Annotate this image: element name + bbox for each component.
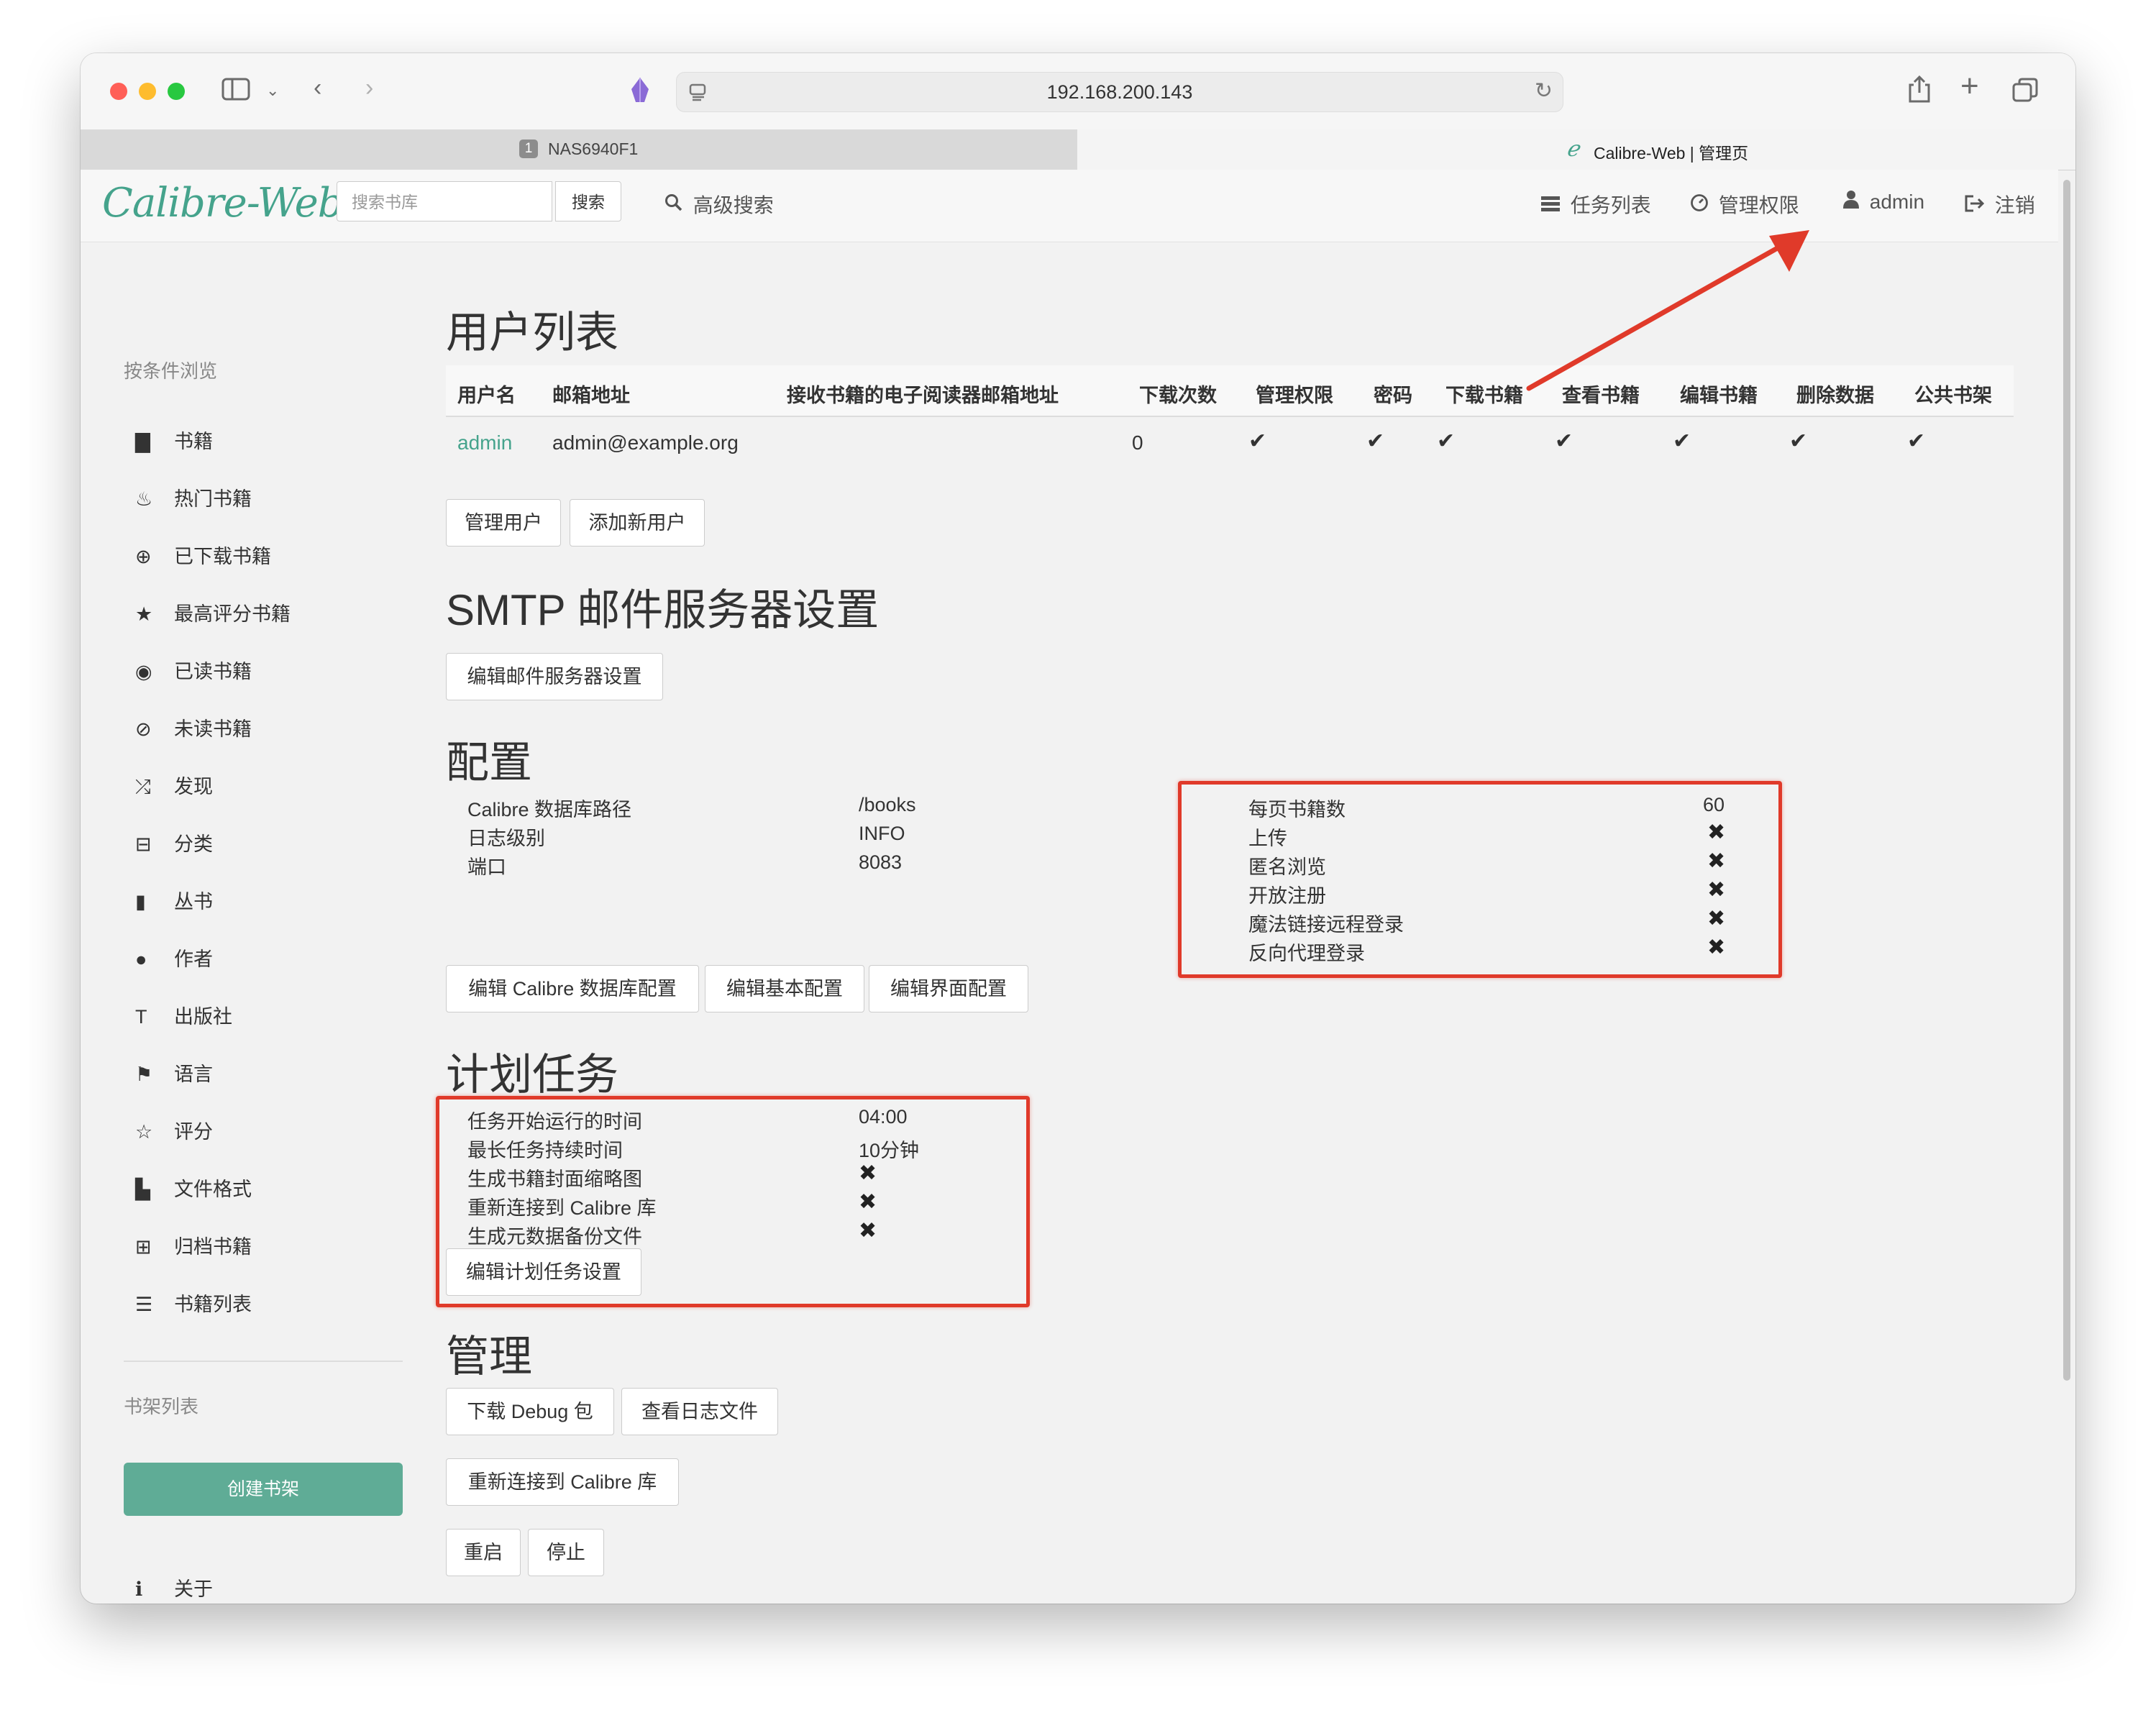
scheduled-tasks-title: 计划任务	[446, 1051, 618, 1099]
annotation-arrow-icon	[1526, 230, 1809, 391]
config-value: /books	[859, 794, 916, 815]
smtp-title: SMTP 邮件服务器设置	[446, 586, 880, 634]
download-debug-button[interactable]: 下载 Debug 包	[446, 1388, 614, 1435]
column-header[interactable]: 管理权限	[1256, 380, 1333, 408]
manage-users-button[interactable]: 管理用户	[446, 499, 561, 547]
users-title: 用户列表	[446, 308, 618, 357]
annotation-highlight-box	[436, 1096, 1030, 1307]
username-link[interactable]: admin	[457, 431, 512, 454]
column-header[interactable]: 接收书籍的电子阅读器邮箱地址	[787, 380, 1059, 408]
column-header[interactable]: 下载书籍	[1445, 380, 1523, 408]
edit-ui-config-button[interactable]: 编辑界面配置	[869, 965, 1028, 1012]
check-icon: ✔	[1248, 429, 1267, 453]
column-header[interactable]: 密码	[1374, 380, 1412, 408]
view-logs-button[interactable]: 查看日志文件	[621, 1388, 778, 1435]
check-icon: ✔	[1366, 429, 1385, 453]
edit-calibre-db-config-button[interactable]: 编辑 Calibre 数据库配置	[446, 965, 699, 1012]
annotation-highlight-box	[1178, 781, 1782, 978]
main-content: 用户列表 用户名 邮箱地址 接收书籍的电子阅读器邮箱地址 下载次数 管理权限 密…	[81, 53, 2075, 1604]
check-icon: ✔	[1907, 429, 1926, 453]
edit-smtp-button[interactable]: 编辑邮件服务器设置	[446, 653, 663, 700]
check-icon: ✔	[1437, 429, 1456, 453]
config-value: 8083	[859, 851, 903, 873]
stop-button[interactable]: 停止	[528, 1529, 604, 1576]
config-title: 配置	[446, 739, 532, 787]
config-value: INFO	[859, 823, 905, 844]
config-label: Calibre 数据库路径	[467, 799, 632, 820]
admin-title: 管理	[446, 1332, 532, 1381]
check-icon: ✔	[1673, 429, 1691, 453]
edit-basic-config-button[interactable]: 编辑基本配置	[705, 965, 864, 1012]
column-header[interactable]: 邮箱地址	[552, 380, 630, 408]
add-user-button[interactable]: 添加新用户	[570, 499, 705, 547]
downloads-cell: 0	[1132, 431, 1143, 454]
check-icon: ✔	[1789, 429, 1808, 453]
restart-button[interactable]: 重启	[446, 1529, 521, 1576]
column-header[interactable]: 公共书架	[1914, 380, 1992, 408]
check-icon: ✔	[1555, 429, 1573, 453]
config-label: 端口	[467, 856, 506, 878]
browser-window: ⌄ ‹ › 192.168.200.143 ↻ + 1 NAS6940F1 × …	[81, 53, 2075, 1604]
config-label: 日志级别	[467, 828, 545, 849]
column-header[interactable]: 下载次数	[1139, 380, 1217, 408]
email-cell: admin@example.org	[552, 431, 739, 454]
reconnect-calibre-button[interactable]: 重新连接到 Calibre 库	[446, 1458, 679, 1506]
column-header[interactable]: 用户名	[457, 380, 516, 408]
